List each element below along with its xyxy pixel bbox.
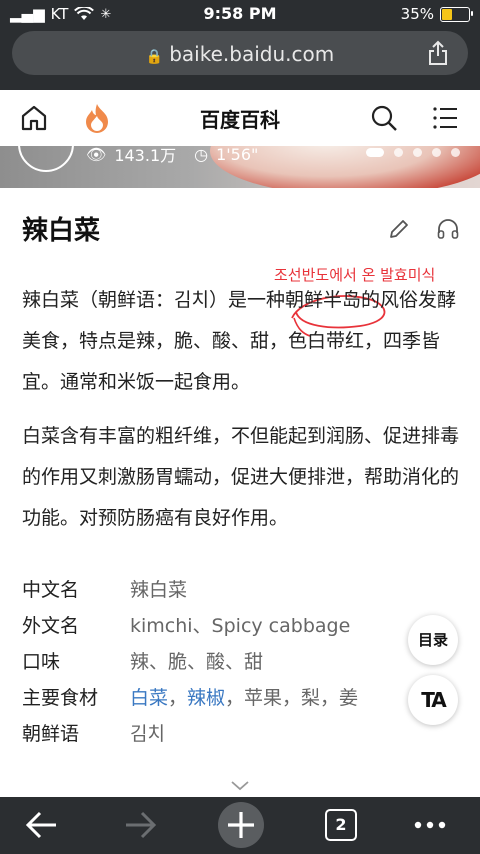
carousel-dot[interactable]: [366, 148, 384, 157]
plus-icon: [228, 812, 254, 838]
info-row-chinese-name: 中文名 辣白菜: [22, 578, 188, 601]
carousel-dot[interactable]: [394, 148, 403, 157]
app-header: 百度百科: [0, 90, 480, 147]
video-banner[interactable]: 👁 143.1万 ◷ 1'56": [0, 146, 480, 188]
new-tab-button[interactable]: [218, 802, 264, 848]
back-icon[interactable]: [22, 807, 62, 843]
search-icon[interactable]: [370, 104, 398, 132]
lock-icon: 🔒: [145, 49, 164, 65]
share-icon[interactable]: [426, 40, 450, 66]
more-icon[interactable]: [410, 807, 450, 843]
info-row-korean: 朝鲜语 김치: [22, 722, 165, 745]
avatar: [18, 146, 74, 172]
eye-icon: 👁: [86, 146, 107, 164]
chevron-down-icon[interactable]: [229, 780, 251, 792]
ingredient-link-cabbage[interactable]: 白菜: [130, 687, 168, 709]
tab-count-button[interactable]: 2: [325, 809, 357, 841]
toc-button[interactable]: 目录: [408, 615, 458, 665]
ingredient-link-chili[interactable]: 辣椒: [187, 687, 225, 709]
page-title: 百度百科: [200, 108, 280, 132]
status-bar: ▂▄▆ KT ✳ 9:58 PM 35%: [0, 0, 480, 28]
intro-paragraph: 辣白菜（朝鲜语：김치）是一种朝鲜半岛的风俗发酵美食，特点是辣，脆、酸、甜，色白带…: [22, 289, 456, 393]
info-box: 中文名 辣白菜 外文名 kimchi、Spicy cabbage 口味 辣、脆、…: [22, 570, 462, 750]
battery-icon: [440, 6, 473, 22]
video-duration: 1'56": [216, 146, 259, 164]
video-stats: 👁 143.1万 ◷ 1'56": [86, 146, 258, 166]
browser-address-area: 🔒 baike.baidu.com: [0, 28, 480, 90]
forward-icon[interactable]: [120, 807, 160, 843]
clock-icon: ◷: [194, 146, 209, 164]
entry-title: 辣白菜: [22, 216, 101, 246]
battery-percent: 35%: [400, 5, 434, 23]
carousel-dot[interactable]: [451, 148, 460, 157]
ta-button[interactable]: TA: [408, 675, 458, 725]
info-row-taste: 口味 辣、脆、酸、甜: [22, 650, 264, 673]
edit-icon[interactable]: [388, 218, 410, 240]
view-count: 143.1万: [114, 146, 177, 165]
url-text: baike.baidu.com: [169, 42, 335, 66]
carousel-dot[interactable]: [413, 148, 422, 157]
status-right: 35%: [400, 5, 473, 23]
headphones-icon[interactable]: [436, 217, 460, 241]
address-bar[interactable]: 🔒 baike.baidu.com: [12, 31, 468, 75]
carousel-dots[interactable]: [366, 148, 460, 157]
menu-icon[interactable]: [432, 105, 458, 131]
info-row-ingredients: 主要食材 白菜，辣椒，苹果，梨，姜: [22, 686, 359, 709]
browser-toolbar: 2: [0, 797, 480, 854]
nutrition-paragraph: 白菜含有丰富的粗纤维，不但能起到润肠、促进排毒的作用又刺激肠胃蠕动，促进大便排泄…: [22, 425, 460, 529]
info-row-foreign-name: 外文名 kimchi、Spicy cabbage: [22, 614, 351, 637]
carousel-dot[interactable]: [432, 148, 441, 157]
